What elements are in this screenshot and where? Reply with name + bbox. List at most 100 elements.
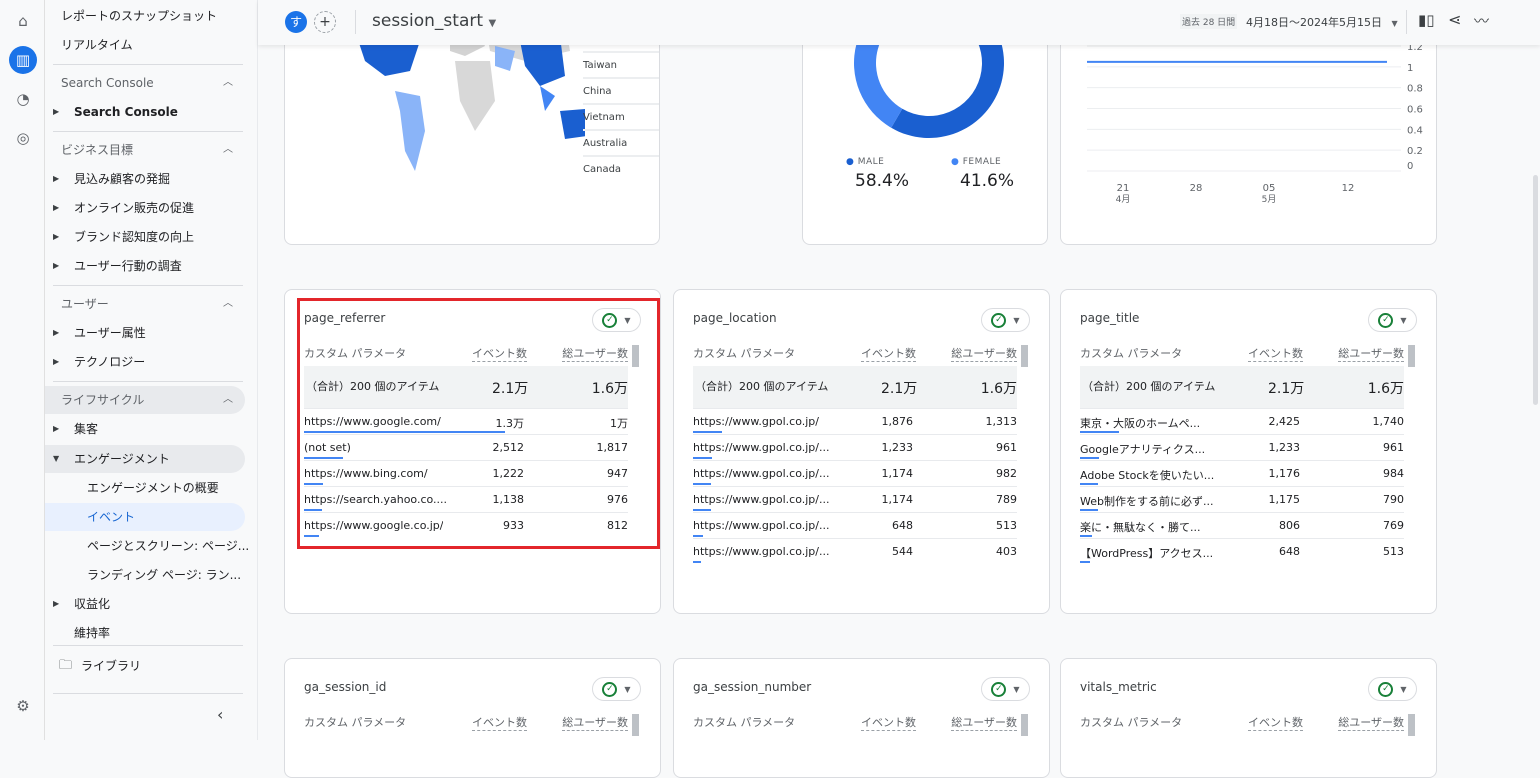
compare-icon[interactable]: ▮▯ bbox=[1418, 11, 1435, 29]
sidebar-item-behavior[interactable]: ▶ ユーザー行動の調査 bbox=[45, 252, 245, 280]
x-tick-label: 28 bbox=[1190, 183, 1203, 194]
page-title[interactable]: session_start ▼ bbox=[372, 11, 496, 31]
row-label: 楽に・無駄なく・勝て... bbox=[1080, 521, 1201, 534]
col-param[interactable]: カスタム パラメータ bbox=[693, 345, 795, 361]
legend-dot-icon: ● bbox=[951, 157, 960, 167]
card-options-button[interactable]: ✓ ▼ bbox=[1368, 677, 1417, 701]
row-events: 2,425 bbox=[1268, 415, 1301, 428]
period-label: 過去 28 日間 bbox=[1180, 14, 1238, 29]
table-row[interactable]: https://www.gpol.co.jp/1,876 1,313 bbox=[693, 408, 1017, 434]
item-label: ライブラリ bbox=[81, 659, 142, 673]
sidebar-item-realtime[interactable]: リアルタイム bbox=[45, 31, 245, 59]
param-card-page-title: page_title ✓ ▼ カスタム パラメータ イベント数 総ユーザー数 （合計）… bbox=[1060, 289, 1437, 614]
sidebar-section-search-console[interactable]: Search Console ︿ bbox=[45, 69, 245, 97]
table-row[interactable]: https://www.gpol.co.jp/... 1,174 982 bbox=[693, 460, 1017, 486]
table-row[interactable]: 楽に・無駄なく・勝て... 806 769 bbox=[1080, 512, 1404, 538]
advertising-icon[interactable]: ◎ bbox=[9, 124, 37, 152]
country-name: Australia bbox=[583, 138, 628, 149]
explore-icon[interactable]: ◔ bbox=[9, 85, 37, 113]
row-share-bar bbox=[693, 535, 704, 537]
add-comparison-button[interactable]: + bbox=[314, 11, 336, 33]
caret-right-icon: ▶ bbox=[53, 232, 60, 241]
country-row: China38 bbox=[583, 77, 659, 103]
row-share-bar bbox=[1080, 509, 1099, 511]
col-events[interactable]: イベント数 bbox=[1248, 714, 1303, 731]
table-row[interactable]: https://www.gpol.co.jp/... 1,233 961 bbox=[693, 434, 1017, 460]
table-row[interactable]: Web制作をする前に必ず... 1,175 790 bbox=[1080, 486, 1404, 512]
col-events[interactable]: イベント数 bbox=[1248, 345, 1303, 362]
param-card-ga-session-number: ga_session_number ✓ ▼ カスタム パラメータ イベント数 総ユーザ… bbox=[673, 658, 1050, 778]
sidebar-item-engagement[interactable]: ▼ エンゲージメント bbox=[45, 445, 245, 473]
y-tick-label: 0 bbox=[1407, 161, 1413, 172]
chevron-up-icon: ︿ bbox=[223, 144, 233, 155]
col-param[interactable]: カスタム パラメータ bbox=[304, 714, 406, 730]
row-share-bar bbox=[693, 561, 702, 563]
col-users[interactable]: 総ユーザー数 bbox=[951, 714, 1017, 731]
caret-down-icon: ▼ bbox=[1391, 19, 1398, 28]
table-row[interactable]: Adobe Stockを使いたい... 1,176 984 bbox=[1080, 460, 1404, 486]
table-row[interactable]: 東京・大阪のホームペ... 2,425 1,740 bbox=[1080, 408, 1404, 434]
sidebar-item-landing-page[interactable]: ランディング ページ: ラン... bbox=[45, 561, 245, 589]
card-options-button[interactable]: ✓ ▼ bbox=[981, 677, 1030, 701]
total-users: 1.6万 bbox=[1367, 381, 1404, 397]
sidebar-section-business[interactable]: ビジネス目標 ︿ bbox=[45, 136, 245, 164]
sidebar-item-demographics[interactable]: ▶ ユーザー属性 bbox=[45, 319, 245, 347]
col-param[interactable]: カスタム パラメータ bbox=[1080, 345, 1182, 361]
col-events[interactable]: イベント数 bbox=[861, 345, 916, 362]
avatar[interactable]: す bbox=[285, 11, 307, 33]
sidebar-item-retention[interactable]: 維持率 bbox=[45, 619, 245, 647]
home-icon[interactable]: ⌂ bbox=[9, 7, 37, 35]
legend-label: FEMALE bbox=[962, 157, 1002, 167]
sidebar-item-sales[interactable]: ▶ オンライン販売の促進 bbox=[45, 194, 245, 222]
table-scrollbar[interactable] bbox=[1021, 345, 1028, 367]
sidebar-item-search-console[interactable]: ▶ Search Console bbox=[45, 98, 245, 126]
sidebar-item-library[interactable]: 🗀 ライブラリ bbox=[45, 652, 245, 680]
sidebar-section-user[interactable]: ユーザー ︿ bbox=[45, 290, 245, 318]
y-tick-label: 0.2 bbox=[1407, 146, 1423, 157]
table-scrollbar[interactable] bbox=[1408, 714, 1415, 736]
sidebar-section-lifecycle[interactable]: ライフサイクル ︿ bbox=[45, 386, 245, 414]
card-options-button[interactable]: ✓ ▼ bbox=[592, 677, 641, 701]
sidebar-item-tech[interactable]: ▶ テクノロジー bbox=[45, 348, 245, 376]
date-range-picker[interactable]: 4月18日～2024年5月15日 ▼ bbox=[1246, 14, 1398, 30]
col-users[interactable]: 総ユーザー数 bbox=[951, 345, 1017, 362]
settings-icon[interactable]: ⚙ bbox=[9, 692, 37, 720]
col-users[interactable]: 総ユーザー数 bbox=[562, 714, 628, 731]
table-row[interactable]: https://www.gpol.co.jp/... 1,174 789 bbox=[693, 486, 1017, 512]
col-events[interactable]: イベント数 bbox=[472, 714, 527, 731]
page-scrollbar[interactable] bbox=[1533, 175, 1538, 405]
col-events[interactable]: イベント数 bbox=[861, 714, 916, 731]
section-label: ユーザー bbox=[61, 297, 109, 311]
table-scrollbar[interactable] bbox=[632, 714, 639, 736]
table-scrollbar[interactable] bbox=[1021, 714, 1028, 736]
row-label: https://www.gpol.co.jp/... bbox=[693, 467, 830, 480]
col-param[interactable]: カスタム パラメータ bbox=[1080, 714, 1182, 730]
table-row[interactable]: https://www.gpol.co.jp/... 648 513 bbox=[693, 512, 1017, 538]
card-options-button[interactable]: ✓ ▼ bbox=[981, 308, 1030, 332]
card-options-button[interactable]: ✓ ▼ bbox=[1368, 308, 1417, 332]
insights-icon[interactable]: 〰 bbox=[1474, 10, 1489, 31]
row-label: 東京・大阪のホームペ... bbox=[1080, 417, 1201, 430]
chevron-left-icon[interactable]: ‹ bbox=[217, 705, 223, 724]
col-users[interactable]: 総ユーザー数 bbox=[1338, 714, 1404, 731]
sidebar-item-pages-screens[interactable]: ページとスクリーン: ページ... bbox=[45, 532, 249, 560]
col-param[interactable]: カスタム パラメータ bbox=[693, 714, 795, 730]
sidebar-item-engagement-overview[interactable]: エンゲージメントの概要 bbox=[45, 474, 245, 502]
row-label: https://www.gpol.co.jp/... bbox=[693, 493, 830, 506]
col-users[interactable]: 総ユーザー数 bbox=[1338, 345, 1404, 362]
table-row[interactable]: Googleアナリティクス... 1,233 961 bbox=[1080, 434, 1404, 460]
sidebar-item-brand[interactable]: ▶ ブランド認知度の向上 bbox=[45, 223, 245, 251]
table-scrollbar[interactable] bbox=[1408, 345, 1415, 367]
sidebar-item-events[interactable]: イベント bbox=[45, 503, 245, 531]
row-events: 1,174 bbox=[881, 493, 914, 506]
row-share-bar bbox=[693, 483, 712, 485]
sidebar-item-snapshot[interactable]: レポートのスナップショット bbox=[45, 2, 245, 30]
share-icon[interactable]: ⋖ bbox=[1448, 10, 1461, 29]
sidebar-item-monetization[interactable]: ▶ 収益化 bbox=[45, 590, 245, 618]
reports-icon[interactable]: ▥ bbox=[9, 46, 37, 74]
sidebar-item-leads[interactable]: ▶ 見込み顧客の発掘 bbox=[45, 165, 245, 193]
sidebar-item-acquisition[interactable]: ▶ 集客 bbox=[45, 415, 245, 443]
total-events: 2.1万 bbox=[881, 381, 918, 397]
table-row[interactable]: 【WordPress】アクセス... 648 513 bbox=[1080, 538, 1404, 564]
table-row[interactable]: https://www.gpol.co.jp/... 544 403 bbox=[693, 538, 1017, 564]
